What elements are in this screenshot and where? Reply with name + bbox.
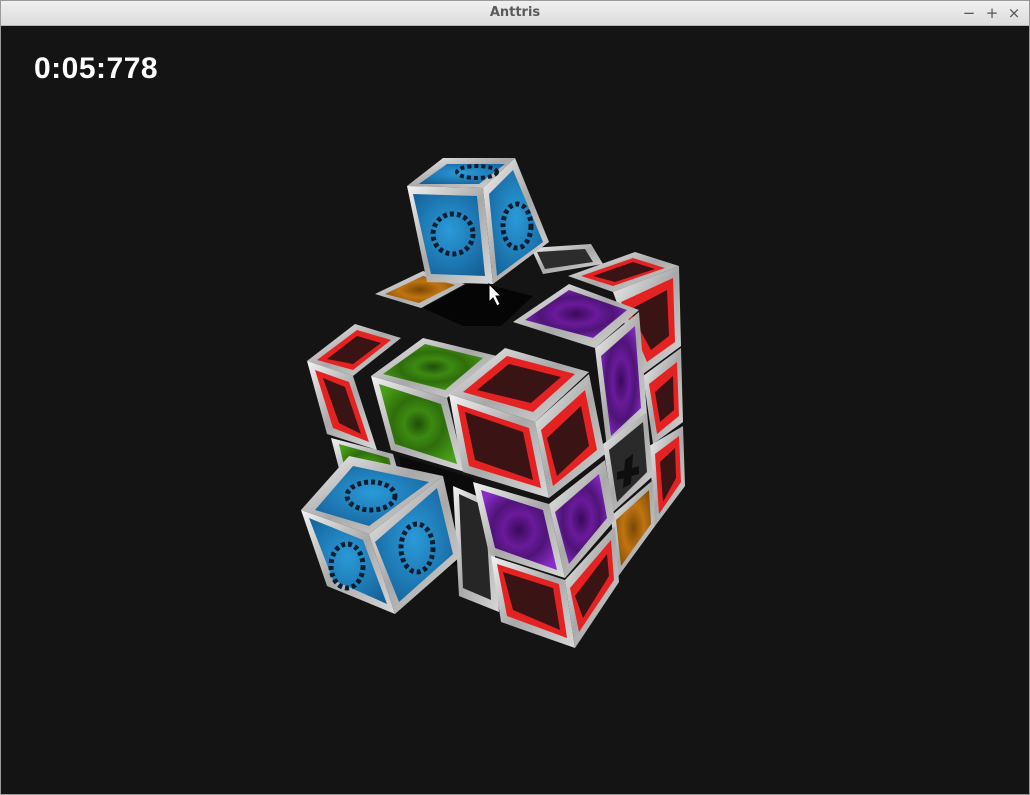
maximize-button[interactable]: +: [983, 4, 1001, 22]
close-button[interactable]: ×: [1005, 4, 1023, 22]
puzzle-cube-scene[interactable]: [3, 26, 1027, 793]
window-title: Anttris: [489, 5, 541, 20]
minimize-button[interactable]: −: [960, 4, 978, 22]
blue-piece-top[interactable]: [407, 158, 549, 284]
game-viewport[interactable]: 0:05:778: [3, 26, 1027, 793]
title-bar[interactable]: Anttris − + ×: [1, 1, 1029, 26]
blue-piece-bottom[interactable]: [301, 456, 461, 614]
app-window: Anttris − + × 0:05:778: [0, 0, 1030, 795]
